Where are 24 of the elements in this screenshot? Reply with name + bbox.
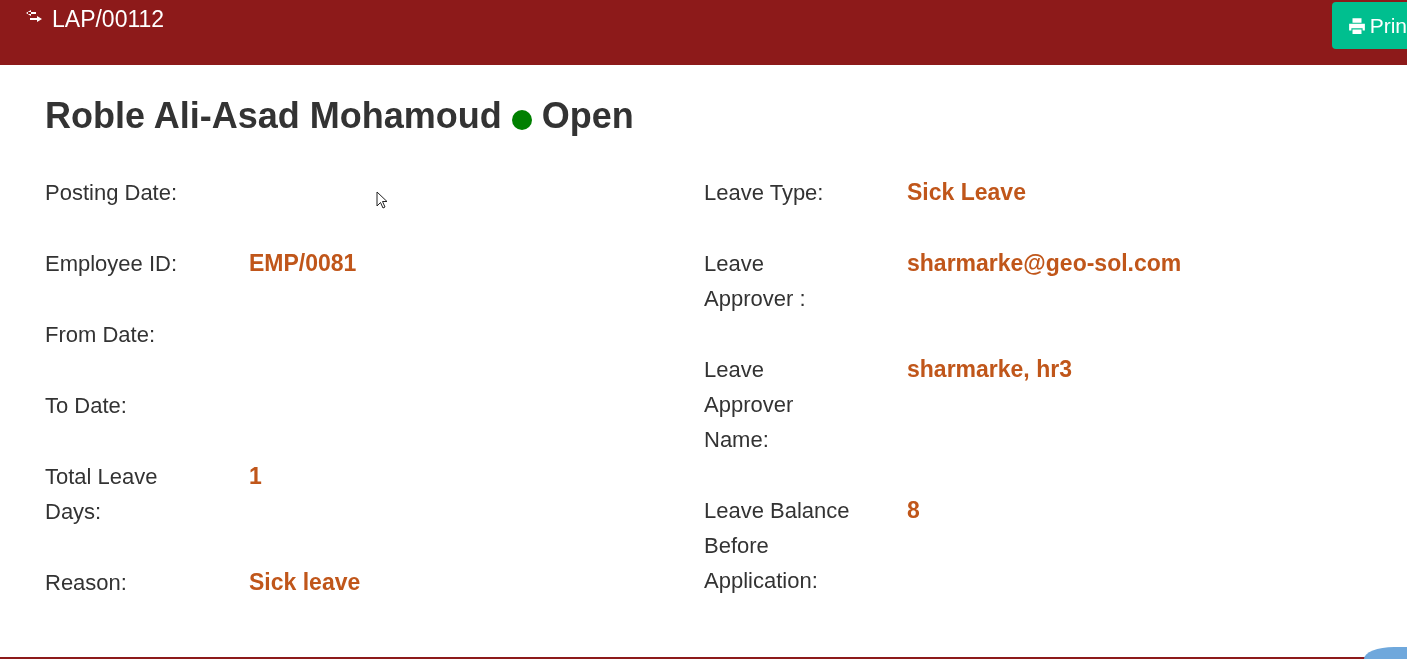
mouse-cursor-icon	[376, 191, 388, 209]
document-id: LAP/00112	[52, 6, 165, 33]
field-value: 8	[907, 496, 920, 525]
field-label: To Date:	[45, 392, 128, 420]
employee-name: Roble Ali-Asad Mohamoud	[45, 95, 502, 137]
field-label: Employee ID:	[45, 250, 179, 278]
print-button[interactable]: Prin	[1331, 2, 1407, 49]
field-value: sharmarke, hr3	[907, 355, 1072, 384]
field-label: Leave Type:	[704, 179, 825, 207]
field-label: Reason:	[45, 569, 128, 597]
field-value: sharmarke@geo-sol.com	[907, 249, 1182, 278]
field-label: Leave Balance Before Application:	[704, 497, 851, 595]
field-value: 1	[249, 462, 262, 491]
field-value: Sick leave	[249, 568, 361, 597]
field-label: Leave Approver :	[704, 250, 807, 313]
swap-arrows-icon	[24, 8, 44, 24]
field-label: From Date:	[45, 321, 157, 349]
field-label: Leave Approver Name:	[704, 356, 795, 454]
field-value: Sick Leave	[907, 178, 1026, 207]
field-value: EMP/0081	[249, 249, 357, 278]
status-label: Open	[541, 95, 634, 137]
field-label: Posting Date:	[45, 179, 179, 207]
printer-icon	[1347, 16, 1366, 35]
field-label: Total Leave Days:	[45, 463, 159, 526]
